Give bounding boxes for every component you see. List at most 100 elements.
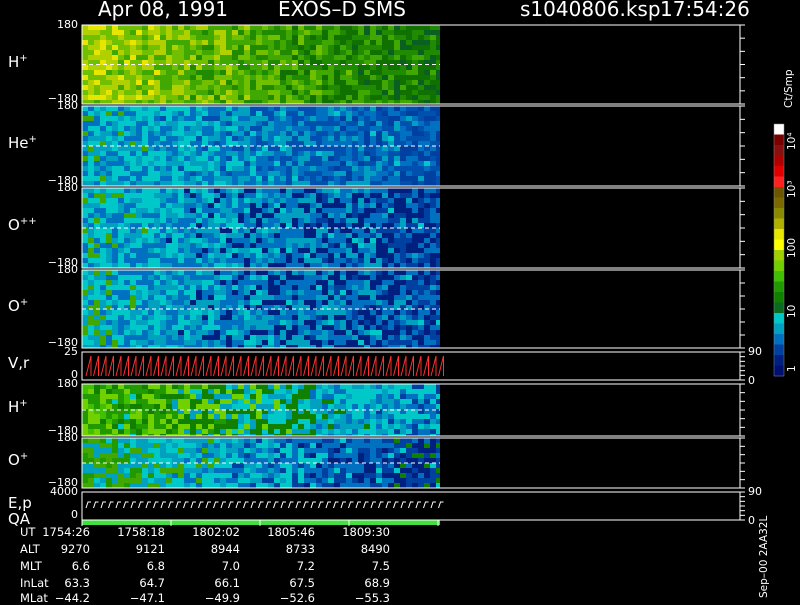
spectrogram-cell — [232, 384, 238, 389]
spectrogram-cell — [100, 90, 106, 95]
spectrogram-cell — [388, 419, 394, 424]
spectrogram-cell — [154, 315, 160, 320]
spectrogram-cell — [124, 136, 130, 141]
spectrogram-cell — [82, 146, 88, 151]
spectrogram-cell — [196, 468, 202, 473]
spectrogram-cell — [160, 300, 166, 305]
spectrogram-cell — [244, 468, 250, 473]
spectrogram-cell — [424, 320, 430, 325]
spectrogram-cell — [136, 131, 142, 136]
spectrogram-cell — [184, 404, 190, 409]
spectrogram-cell — [328, 111, 334, 116]
spectrogram-cell — [328, 198, 334, 203]
spectrogram-cell — [382, 45, 388, 50]
spectrogram-cell — [334, 320, 340, 325]
spectrogram-cell — [238, 228, 244, 233]
spectrogram-cell — [394, 188, 400, 193]
spectrogram-cell — [214, 121, 220, 126]
spectrogram-cell — [196, 424, 202, 429]
spectrogram-cell — [298, 443, 304, 448]
spectrogram-cell — [220, 218, 226, 223]
spectrogram-cell — [202, 228, 208, 233]
spectrogram-cell — [250, 55, 256, 60]
spectrogram-cell — [388, 75, 394, 80]
spectrogram-cell — [232, 161, 238, 166]
spectrogram-cell — [130, 40, 136, 45]
spectrogram-cell — [382, 198, 388, 203]
spectrogram-cell — [118, 404, 124, 409]
spectrogram-cell — [184, 75, 190, 80]
spectrogram-cell — [112, 384, 118, 389]
spectrogram-cell — [220, 100, 226, 104]
spectrogram-cell — [304, 438, 310, 443]
spectrogram-cell — [424, 243, 430, 248]
spectrogram-cell — [316, 85, 322, 90]
spectrogram-cell — [190, 223, 196, 228]
spectrogram-cell — [130, 453, 136, 458]
spectrogram-cell — [352, 270, 358, 275]
spectrogram-cell — [94, 146, 100, 151]
spectrogram-cell — [148, 424, 154, 429]
spectrogram-cell — [286, 30, 292, 35]
spectrogram-cell — [334, 111, 340, 116]
spectrogram-cell — [88, 263, 94, 268]
spectrogram-cell — [148, 463, 154, 468]
spectrogram-cell — [370, 389, 376, 394]
spectrogram-cell — [292, 70, 298, 75]
spectrogram-cell — [364, 270, 370, 275]
spectrogram-cell — [364, 310, 370, 315]
spectrogram-cell — [406, 166, 412, 171]
spectrogram-cell — [334, 248, 340, 253]
spectrogram-cell — [100, 404, 106, 409]
spectrogram-cell — [304, 458, 310, 463]
spectrogram-cell — [118, 248, 124, 253]
spectrogram-cell — [274, 429, 280, 434]
spectrogram-cell — [196, 106, 202, 111]
spectrogram-cell — [136, 389, 142, 394]
spectrogram-cell — [340, 156, 346, 161]
spectrogram-cell — [112, 45, 118, 50]
spectrogram-cell — [436, 80, 440, 85]
spectrogram-cell — [376, 80, 382, 85]
spectrogram-cell — [226, 218, 232, 223]
spectrogram-cell — [106, 181, 112, 186]
spectrogram-cell — [238, 30, 244, 35]
spectrogram-cell — [154, 443, 160, 448]
spectrogram-cell — [328, 106, 334, 111]
spectrogram-cell — [406, 106, 412, 111]
spectrogram-cell — [382, 248, 388, 253]
spectrogram-cell — [166, 238, 172, 243]
spectrogram-cell — [286, 463, 292, 468]
spectrogram-cell — [256, 95, 262, 100]
spectrogram-cell — [358, 263, 364, 268]
spectrogram-cell — [184, 85, 190, 90]
spectrogram-cell — [142, 213, 148, 218]
spectrogram-cell — [262, 399, 268, 404]
spectrogram-cell — [268, 300, 274, 305]
spectrogram-cell — [364, 100, 370, 104]
spectrogram-cell — [262, 116, 268, 121]
spectrogram-cell — [262, 106, 268, 111]
spectrogram-cell — [196, 253, 202, 258]
spectrogram-cell — [232, 188, 238, 193]
spectrogram-cell — [94, 193, 100, 198]
spectrogram-cell — [328, 126, 334, 131]
spectrogram-cell — [346, 243, 352, 248]
spectrogram-cell — [214, 478, 220, 483]
spectrogram-cell — [148, 40, 154, 45]
spectrogram-cell — [394, 50, 400, 55]
spectrogram-cell — [346, 188, 352, 193]
spectrogram-cell — [232, 181, 238, 186]
spectrogram-cell — [148, 384, 154, 389]
spectrogram-cell — [118, 90, 124, 95]
spectrogram-cell — [352, 414, 358, 419]
spectrogram-cell — [334, 223, 340, 228]
spectrogram-cell — [364, 384, 370, 389]
spectrogram-cell — [184, 258, 190, 263]
spectrogram-cell — [208, 238, 214, 243]
spectrogram-cell — [136, 448, 142, 453]
spectrogram-cell — [160, 70, 166, 75]
spectrogram-cell — [394, 285, 400, 290]
spectrogram-cell — [316, 335, 322, 340]
spectrogram-cell — [106, 310, 112, 315]
